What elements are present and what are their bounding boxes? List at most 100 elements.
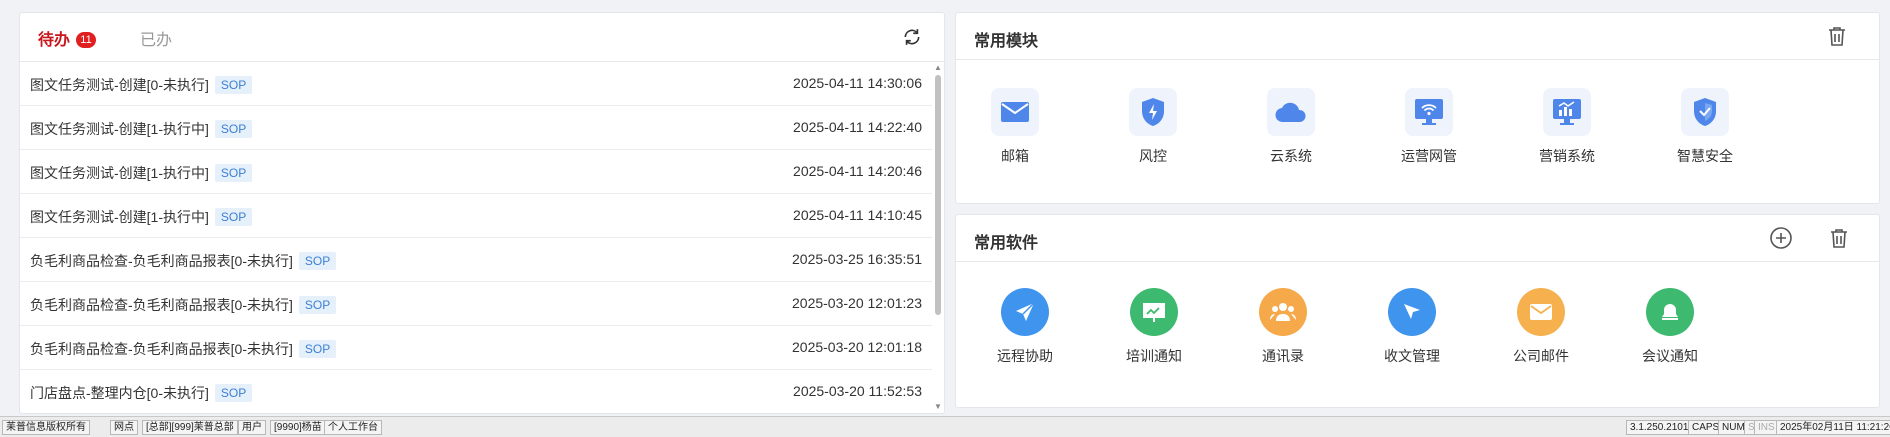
todo-row-title: 图文任务测试-创建[1-执行中] bbox=[30, 121, 209, 137]
scroll-thumb[interactable] bbox=[935, 75, 941, 315]
status-workspace: 个人工作台 bbox=[324, 420, 382, 435]
refresh-icon[interactable] bbox=[902, 27, 922, 47]
shield-bolt-icon bbox=[1129, 88, 1177, 136]
todo-row[interactable]: 图文任务测试-创建[1-执行中] SOP 2025-04-11 14:20:46 bbox=[20, 150, 932, 194]
todo-row-time: 2025-04-11 14:10:45 bbox=[793, 207, 922, 223]
module-label: 云系统 bbox=[1270, 148, 1312, 164]
mail-icon bbox=[991, 88, 1039, 136]
wifi-monitor-icon bbox=[1405, 88, 1453, 136]
module-security[interactable]: 智慧安全 bbox=[1650, 88, 1760, 166]
software-company-mail[interactable]: 公司邮件 bbox=[1486, 288, 1596, 366]
presentation-icon bbox=[1130, 288, 1178, 336]
tab-todo-label: 待办 bbox=[38, 32, 71, 49]
status-user-value: [9990]杨苗 bbox=[270, 420, 326, 435]
todo-tabs: 待办 11 已办 bbox=[20, 13, 944, 62]
sop-tag: SOP bbox=[298, 296, 337, 314]
sop-tag: SOP bbox=[214, 208, 253, 226]
add-circle-icon[interactable] bbox=[1769, 226, 1793, 250]
todo-row[interactable]: 图文任务测试-创建[0-未执行] SOP 2025-04-11 14:30:06 bbox=[20, 62, 932, 106]
todo-row-time: 2025-04-11 14:20:46 bbox=[793, 163, 922, 179]
todo-row-time: 2025-04-11 14:22:40 bbox=[793, 119, 922, 135]
software-document-mgmt[interactable]: 收文管理 bbox=[1357, 288, 1467, 366]
software-panel: 常用软件 远程协助 培训通知 通讯录 收文管理 公司邮件 会议通知 bbox=[955, 214, 1880, 408]
todo-scrollbar[interactable]: ▲ ▼ bbox=[933, 63, 943, 411]
todo-row-title: 图文任务测试-创建[1-执行中] bbox=[30, 165, 209, 181]
software-header: 常用软件 bbox=[956, 215, 1879, 262]
module-marketing[interactable]: 营销系统 bbox=[1512, 88, 1622, 166]
todo-row-time: 2025-03-20 11:52:53 bbox=[793, 383, 922, 399]
todo-row[interactable]: 图文任务测试-创建[1-执行中] SOP 2025-04-11 14:10:45 bbox=[20, 194, 932, 238]
software-grid: 远程协助 培训通知 通讯录 收文管理 公司邮件 会议通知 bbox=[956, 262, 1879, 407]
software-label: 通讯录 bbox=[1262, 348, 1304, 364]
software-label: 会议通知 bbox=[1642, 348, 1698, 364]
todo-row-time: 2025-03-20 12:01:18 bbox=[792, 339, 922, 355]
todo-row-title: 图文任务测试-创建[1-执行中] bbox=[30, 209, 209, 225]
sop-tag: SOP bbox=[298, 340, 337, 358]
todo-row-time: 2025-04-11 14:30:06 bbox=[793, 75, 922, 91]
todo-row[interactable]: 负毛利商品检查-负毛利商品报表[0-未执行] SOP 2025-03-20 12:… bbox=[20, 326, 932, 370]
todo-list: 图文任务测试-创建[0-未执行] SOP 2025-04-11 14:30:06 … bbox=[20, 62, 932, 413]
module-cloud[interactable]: 云系统 bbox=[1236, 88, 1346, 166]
software-remote-assist[interactable]: 远程协助 bbox=[970, 288, 1080, 366]
cursor-icon bbox=[1388, 288, 1436, 336]
status-outlet-label: 网点 bbox=[110, 420, 138, 435]
module-mail[interactable]: 邮箱 bbox=[960, 88, 1070, 166]
todo-row-title: 负毛利商品检查-负毛利商品报表[0-未执行] bbox=[30, 341, 293, 357]
module-label: 营销系统 bbox=[1539, 148, 1595, 164]
sop-tag: SOP bbox=[298, 252, 337, 270]
sop-tag: SOP bbox=[214, 384, 253, 402]
software-label: 培训通知 bbox=[1126, 348, 1182, 364]
modules-panel: 常用模块 邮箱 风控 云系统 运营网管 营销系统 智慧安全 bbox=[955, 12, 1880, 204]
todo-row[interactable]: 图文任务测试-创建[1-执行中] SOP 2025-04-11 14:22:40 bbox=[20, 106, 932, 150]
todo-panel: 待办 11 已办 图文任务测试-创建[0-未执行] SOP 2025-04-11 1… bbox=[19, 12, 945, 414]
todo-row[interactable]: 门店盘点-整理内仓[0-未执行] SOP 2025-03-20 11:52:53 bbox=[20, 370, 932, 413]
status-bar: 苿普信息版权所有 网点 [总部][999]苿普总部 用户 [9990]杨苗 个人… bbox=[0, 416, 1890, 437]
software-label: 公司邮件 bbox=[1513, 348, 1569, 364]
todo-count-badge: 11 bbox=[76, 32, 97, 48]
modules-title: 常用模块 bbox=[974, 33, 1039, 50]
module-network[interactable]: 运营网管 bbox=[1374, 88, 1484, 166]
module-risk[interactable]: 风控 bbox=[1098, 88, 1208, 166]
modules-header: 常用模块 bbox=[956, 13, 1879, 60]
status-ins: INS bbox=[1754, 420, 1779, 435]
todo-row-title: 图文任务测试-创建[0-未执行] bbox=[30, 77, 209, 93]
status-user-label: 用户 bbox=[238, 420, 266, 435]
status-datetime: 2025年02月11日 11:21:26 bbox=[1776, 420, 1890, 435]
scroll-up-icon[interactable]: ▲ bbox=[934, 63, 942, 72]
sop-tag: SOP bbox=[214, 76, 253, 94]
todo-row-time: 2025-03-20 12:01:23 bbox=[792, 295, 922, 311]
todo-row[interactable]: 负毛利商品检查-负毛利商品报表[0-未执行] SOP 2025-03-20 12:… bbox=[20, 282, 932, 326]
chart-monitor-icon bbox=[1543, 88, 1591, 136]
software-training[interactable]: 培训通知 bbox=[1099, 288, 1209, 366]
software-meeting-notice[interactable]: 会议通知 bbox=[1615, 288, 1725, 366]
sop-tag: SOP bbox=[214, 164, 253, 182]
tab-todo[interactable]: 待办 11 bbox=[38, 26, 97, 50]
sop-tag: SOP bbox=[214, 120, 253, 138]
software-contacts[interactable]: 通讯录 bbox=[1228, 288, 1338, 366]
todo-row[interactable]: 负毛利商品检查-负毛利商品报表[0-未执行] SOP 2025-03-25 16:… bbox=[20, 238, 932, 282]
todo-row-time: 2025-03-25 16:35:51 bbox=[792, 251, 922, 267]
tab-done-label: 已办 bbox=[140, 32, 173, 49]
module-label: 风控 bbox=[1139, 148, 1167, 164]
cloud-icon bbox=[1267, 88, 1315, 136]
module-label: 运营网管 bbox=[1401, 148, 1457, 164]
software-label: 收文管理 bbox=[1384, 348, 1440, 364]
shield-check-icon bbox=[1681, 88, 1729, 136]
tab-done[interactable]: 已办 bbox=[140, 26, 172, 50]
todo-row-title: 负毛利商品检查-负毛利商品报表[0-未执行] bbox=[30, 253, 293, 269]
envelope-icon bbox=[1517, 288, 1565, 336]
module-label: 智慧安全 bbox=[1677, 148, 1733, 164]
trash-icon[interactable] bbox=[1825, 24, 1849, 48]
send-icon bbox=[1001, 288, 1049, 336]
todo-row-title: 负毛利商品检查-负毛利商品报表[0-未执行] bbox=[30, 297, 293, 313]
scroll-down-icon[interactable]: ▼ bbox=[934, 402, 942, 411]
software-label: 远程协助 bbox=[997, 348, 1053, 364]
contacts-icon bbox=[1259, 288, 1307, 336]
bell-icon bbox=[1646, 288, 1694, 336]
trash-icon[interactable] bbox=[1827, 226, 1851, 250]
modules-grid: 邮箱 风控 云系统 运营网管 营销系统 智慧安全 bbox=[956, 60, 1879, 203]
todo-row-title: 门店盘点-整理内仓[0-未执行] bbox=[30, 385, 209, 401]
status-version: 3.1.250.2101 bbox=[1626, 420, 1693, 435]
software-title: 常用软件 bbox=[974, 235, 1039, 252]
status-copyright: 苿普信息版权所有 bbox=[2, 420, 90, 435]
